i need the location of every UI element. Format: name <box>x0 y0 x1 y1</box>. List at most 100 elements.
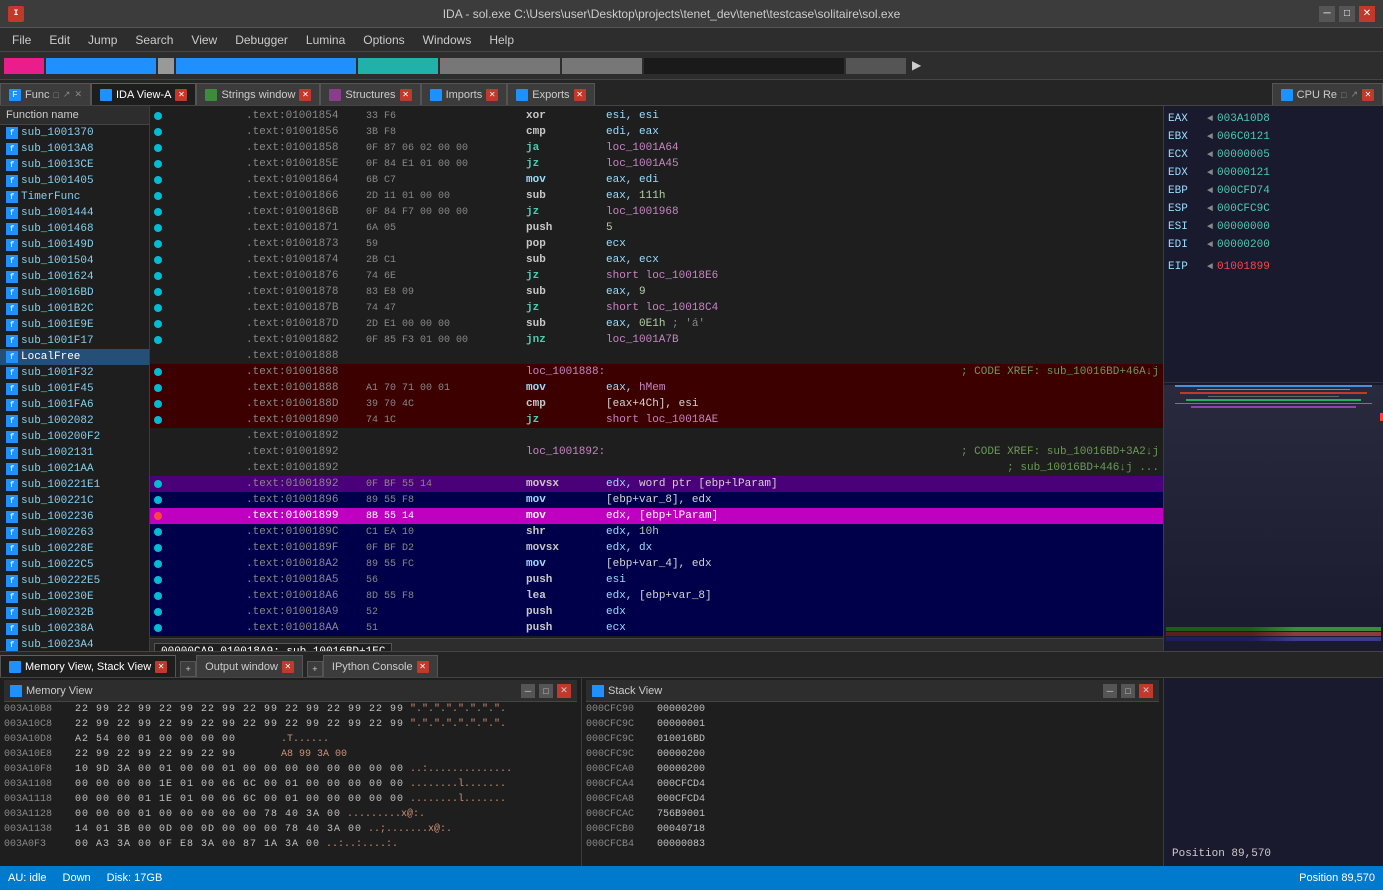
tab-add-btn-2[interactable]: + <box>307 661 323 677</box>
code-line-7[interactable]: .text:0100186B 0F 84 F7 00 00 00 jz loc_… <box>150 204 1163 220</box>
close-button[interactable]: ✕ <box>1359 6 1375 22</box>
cpu-reg-float[interactable]: ↗ <box>1350 89 1358 100</box>
func-item-sub-1001370[interactable]: f sub_1001370 <box>0 125 149 141</box>
func-item-sub-1002131[interactable]: f sub_1002131 <box>0 445 149 461</box>
func-item-sub-1001624[interactable]: f sub_1001624 <box>0 269 149 285</box>
func-item-sub-10023A4[interactable]: f sub_10023A4 <box>0 637 149 651</box>
mem-line-9[interactable]: 003A1138 14 01 3B 00 0D 00 0D 00 00 00 7… <box>4 822 577 837</box>
tab-output[interactable]: Output window ✕ <box>196 655 303 677</box>
code-line-push-edx[interactable]: .text:010018A9 52 push edx <box>150 604 1163 620</box>
code-line-lea[interactable]: .text:010018A6 8D 55 F8 lea edx, [ebp+va… <box>150 588 1163 604</box>
reg-row-eax[interactable]: EAX ◄ 003A10D8 <box>1168 110 1379 128</box>
code-line-3[interactable]: .text:01001858 0F 87 06 02 00 00 ja loc_… <box>150 140 1163 156</box>
sv-restore-btn[interactable]: □ <box>1121 684 1135 698</box>
tab-close-structures[interactable]: ✕ <box>400 89 412 101</box>
tab-add-btn-1[interactable]: + <box>180 661 196 677</box>
tab-imports[interactable]: Imports ✕ <box>421 83 508 105</box>
tab-func[interactable]: F Func □ ↗ ✕ <box>0 83 91 105</box>
mem-line-1[interactable]: 003A10B8 22 99 22 99 22 99 22 99 22 99 2… <box>4 702 577 717</box>
func-item-sub-1002082[interactable]: f sub_1002082 <box>0 413 149 429</box>
minimize-button[interactable]: ─ <box>1319 6 1335 22</box>
code-line-9[interactable]: .text:01001873 59 pop ecx <box>150 236 1163 252</box>
addr-bar-value[interactable]: 00000CA9 010018A9: sub_10016BD+1EC <box>154 643 392 651</box>
menu-help[interactable]: Help <box>481 31 522 49</box>
stack-line-1[interactable]: 000CFC90 00000200 <box>586 702 1159 717</box>
code-line-11[interactable]: .text:01001876 74 6E jz short loc_10018E… <box>150 268 1163 284</box>
menu-edit[interactable]: Edit <box>41 31 78 49</box>
tab-cpu-reg[interactable]: CPU Re □ ↗ ✕ <box>1272 83 1383 105</box>
mv-close-btn[interactable]: ✕ <box>557 684 571 698</box>
tab-close-imports[interactable]: ✕ <box>486 89 498 101</box>
reg-row-esp[interactable]: ESP ◄ 000CFC9C <box>1168 200 1379 218</box>
menu-view[interactable]: View <box>183 31 225 49</box>
reg-row-eip[interactable]: EIP ◄ 01001899 <box>1168 258 1379 276</box>
tab-strings[interactable]: Strings window ✕ <box>196 83 320 105</box>
code-line-mov-var8[interactable]: .text:01001896 89 55 F8 mov [ebp+var_8],… <box>150 492 1163 508</box>
code-line-loc-1001888[interactable]: .text:01001888 loc_1001888: ; CODE XREF:… <box>150 364 1163 380</box>
cpu-reg-pin[interactable]: □ <box>1341 90 1346 100</box>
code-line-5[interactable]: .text:01001864 6B C7 mov eax, edi <box>150 172 1163 188</box>
mem-line-5[interactable]: 003A10F8 10 9D 3A 00 01 00 00 01 00 00 0… <box>4 762 577 777</box>
mem-line-3[interactable]: 003A10D8 A2 54 00 01 00 00 00 00 .T.....… <box>4 732 577 747</box>
sv-close-btn[interactable]: ✕ <box>1139 684 1153 698</box>
menu-windows[interactable]: Windows <box>415 31 480 49</box>
func-item-sub-1001E9E[interactable]: f sub_1001E9E <box>0 317 149 333</box>
tab-close-exports[interactable]: ✕ <box>574 89 586 101</box>
menu-file[interactable]: File <box>4 31 39 49</box>
func-item-sub-1001F32[interactable]: f sub_1001F32 <box>0 365 149 381</box>
code-line-15[interactable]: .text:01001882 0F 85 F3 01 00 00 jnz loc… <box>150 332 1163 348</box>
mv-restore-btn[interactable]: □ <box>539 684 553 698</box>
reg-row-ebx[interactable]: EBX ◄ 006C0121 <box>1168 128 1379 146</box>
func-tab-pin[interactable]: □ <box>53 90 58 100</box>
func-item-sub-100228E[interactable]: f sub_100228E <box>0 541 149 557</box>
stack-line-5[interactable]: 000CFCA0 00000200 <box>586 762 1159 777</box>
mv-min-btn[interactable]: ─ <box>521 684 535 698</box>
menu-debugger[interactable]: Debugger <box>227 31 296 49</box>
reg-row-edi[interactable]: EDI ◄ 00000200 <box>1168 236 1379 254</box>
func-item-sub-10020F2[interactable]: f sub_100200F2 <box>0 429 149 445</box>
func-item-sub-100230E[interactable]: f sub_100230E <box>0 589 149 605</box>
func-item-sub-10022C5[interactable]: f sub_10022C5 <box>0 557 149 573</box>
code-line-12[interactable]: .text:01001878 83 E8 09 sub eax, 9 <box>150 284 1163 300</box>
stack-line-10[interactable]: 000CFCB4 00000083 <box>586 837 1159 852</box>
menu-lumina[interactable]: Lumina <box>298 31 353 49</box>
func-item-sub-100221E1[interactable]: f sub_100221E1 <box>0 477 149 493</box>
code-line-mov-var4[interactable]: .text:010018A2 89 55 FC mov [ebp+var_4],… <box>150 556 1163 572</box>
menu-options[interactable]: Options <box>355 31 412 49</box>
mem-line-2[interactable]: 003A10C8 22 99 22 99 22 99 22 99 22 99 2… <box>4 717 577 732</box>
reg-row-ebp[interactable]: EBP ◄ 000CFD74 <box>1168 182 1379 200</box>
mem-line-8[interactable]: 003A1128 00 00 00 01 00 00 00 00 00 78 4… <box>4 807 577 822</box>
func-item-sub-1002263[interactable]: f sub_1002263 <box>0 525 149 541</box>
func-item-sub-1001405[interactable]: f sub_1001405 <box>0 173 149 189</box>
tab-memory-stack[interactable]: Memory View, Stack View ✕ <box>0 655 176 677</box>
tab-close-ipython[interactable]: ✕ <box>417 661 429 673</box>
tab-close-cpu[interactable]: ✕ <box>1362 89 1374 101</box>
func-item-sub-10013CE[interactable]: f sub_10013CE <box>0 157 149 173</box>
sv-min-btn[interactable]: ─ <box>1103 684 1117 698</box>
func-item-sub-100232B[interactable]: f sub_100232B <box>0 605 149 621</box>
code-line-shr[interactable]: .text:0100189C C1 EA 10 shr edx, 10h <box>150 524 1163 540</box>
reg-row-ecx[interactable]: ECX ◄ 00000005 <box>1168 146 1379 164</box>
code-line-4[interactable]: .text:0100185E 0F 84 E1 01 00 00 jz loc_… <box>150 156 1163 172</box>
code-line-6[interactable]: .text:01001866 2D 11 01 00 00 sub eax, 1… <box>150 188 1163 204</box>
func-tab-close[interactable]: ✕ <box>74 89 82 100</box>
tab-close-output[interactable]: ✕ <box>282 661 294 673</box>
stack-line-8[interactable]: 000CFCAC 756B9001 <box>586 807 1159 822</box>
code-line-jz-1[interactable]: .text:01001890 74 1C jz short loc_10018A… <box>150 412 1163 428</box>
code-scroll[interactable]: .text:01001854 33 F6 xor esi, esi .text:… <box>150 106 1163 651</box>
code-line-current-eip[interactable]: .text:01001899 8B 55 14 mov edx, [ebp+lP… <box>150 508 1163 524</box>
stack-line-4[interactable]: 000CFC9C 00000200 <box>586 747 1159 762</box>
func-item-sub-10021AA[interactable]: f sub_10021AA <box>0 461 149 477</box>
stack-line-6[interactable]: 000CFCA4 000CFCD4 <box>586 777 1159 792</box>
code-line-comment-1892[interactable]: .text:01001892 ; sub_10016BD+446↓j ... <box>150 460 1163 476</box>
code-line-movsx-dx[interactable]: .text:0100189F 0F BF D2 movsx edx, dx <box>150 540 1163 556</box>
func-item-timerfunc[interactable]: f TimerFunc <box>0 189 149 205</box>
func-item-sub-1001504[interactable]: f sub_1001504 <box>0 253 149 269</box>
func-item-sub-100238A[interactable]: f sub_100238A <box>0 621 149 637</box>
func-item-sub-1001444[interactable]: f sub_1001444 <box>0 205 149 221</box>
func-item-sub-1001FA6[interactable]: f sub_1001FA6 <box>0 397 149 413</box>
tab-close-strings[interactable]: ✕ <box>299 89 311 101</box>
mem-line-6[interactable]: 003A1108 00 00 00 00 1E 01 00 06 6C 00 0… <box>4 777 577 792</box>
code-line-push-ecx[interactable]: .text:010018AA 51 push ecx <box>150 620 1163 636</box>
code-line-empty-1892[interactable]: .text:01001892 <box>150 428 1163 444</box>
